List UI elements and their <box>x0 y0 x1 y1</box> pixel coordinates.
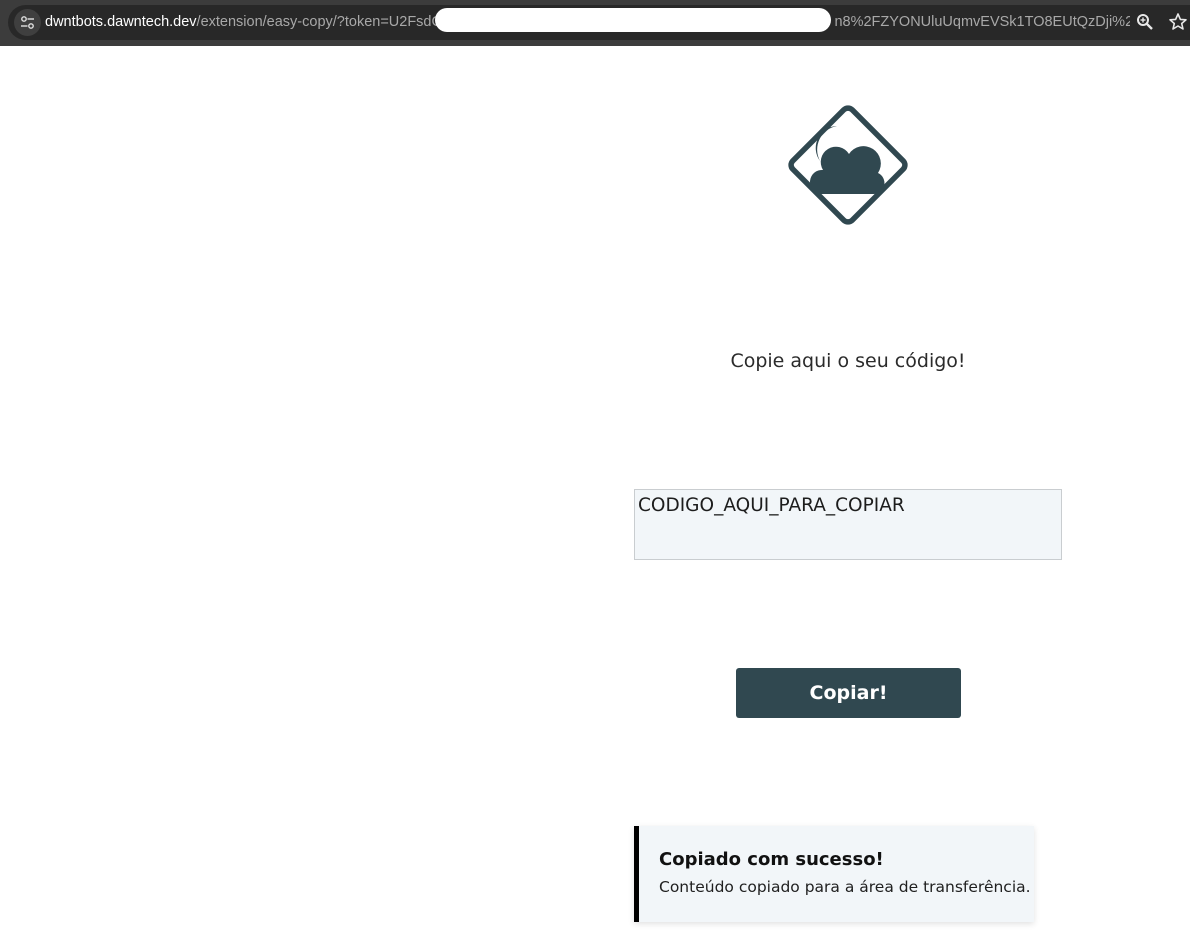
zoom-icon[interactable] <box>1136 13 1154 35</box>
cloud-moon-diamond-logo <box>777 94 919 240</box>
page-heading: Copie aqui o seu código! <box>730 350 966 372</box>
url-redaction-block <box>435 8 831 32</box>
toast-title: Copiado com sucesso! <box>659 849 884 870</box>
success-toast: Copiado com sucesso! Conteúdo copiado pa… <box>634 826 1034 922</box>
site-info-icon[interactable] <box>14 9 41 36</box>
browser-toolbar: dwntbots.dawntech.dev/extension/easy-cop… <box>0 0 1190 46</box>
toast-message: Conteúdo copiado para a área de transfer… <box>659 878 1031 896</box>
bookmark-star-icon[interactable] <box>1168 12 1188 36</box>
code-textarea[interactable]: CODIGO_AQUI_PARA_COPIAR <box>634 489 1062 560</box>
url-path-start: /extension/easy-copy/?token=U2FsdGV <box>196 14 453 30</box>
url-path-end: n8%2FZYONUluUqmvEVSk1TO8EUtQzDji%2F%... <box>834 14 1130 30</box>
address-bar[interactable]: dwntbots.dawntech.dev/extension/easy-cop… <box>8 5 1190 40</box>
copy-button[interactable]: Copiar! <box>736 668 961 718</box>
url-host: dwntbots.dawntech.dev <box>45 14 197 30</box>
